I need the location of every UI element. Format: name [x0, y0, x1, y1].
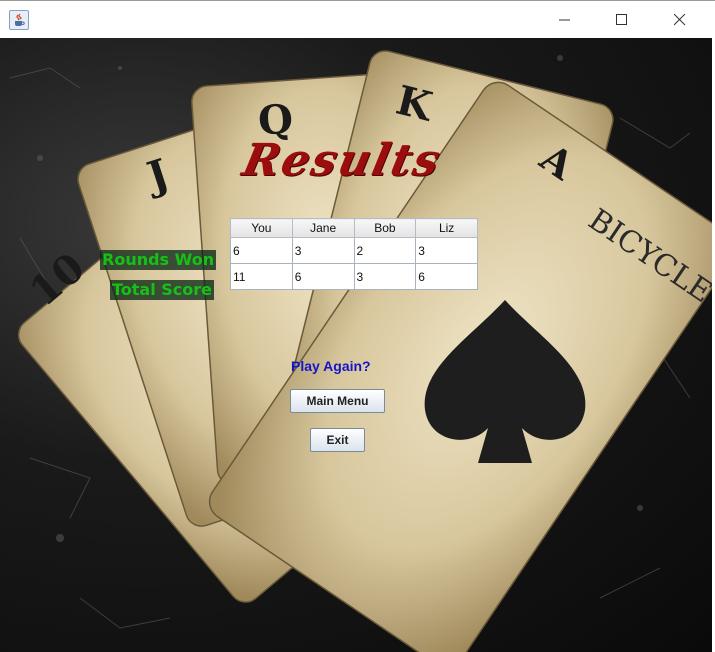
total-score-label: Total Score [110, 280, 215, 300]
rounds-won-label: Rounds Won [100, 250, 217, 270]
column-header[interactable]: You [230, 218, 293, 238]
playing-cards-artwork: 10 J Q K A BICYCLE [17, 50, 712, 652]
results-table[interactable]: You Jane Bob Liz 6 3 2 3 11 6 3 6 [230, 218, 478, 290]
title-bar [0, 0, 715, 39]
close-icon [674, 14, 686, 26]
table-cell[interactable]: 6 [230, 237, 293, 264]
minimize-icon [559, 19, 570, 21]
table-cell[interactable]: 6 [291, 263, 355, 290]
minimize-button[interactable] [542, 1, 588, 39]
exit-button[interactable]: Exit [310, 428, 365, 452]
maximize-icon [616, 14, 627, 25]
java-cup-icon[interactable] [9, 10, 29, 30]
column-header[interactable]: Jane [291, 218, 355, 238]
table-header-row: You Jane Bob Liz [230, 218, 478, 238]
table-cell[interactable]: 3 [353, 263, 417, 290]
maximize-button[interactable] [599, 1, 645, 39]
game-panel: 10 J Q K A BICYCLE Results Rounds Won To… [0, 38, 712, 652]
close-button[interactable] [657, 1, 703, 39]
table-cell[interactable]: 11 [230, 263, 293, 290]
results-title: Results [238, 135, 447, 186]
play-again-prompt: Play Again? [291, 358, 371, 374]
table-cell[interactable]: 2 [353, 237, 417, 264]
main-menu-button[interactable]: Main Menu [290, 389, 385, 413]
table-cell[interactable]: 6 [415, 263, 478, 290]
column-header[interactable]: Liz [415, 218, 478, 238]
column-header[interactable]: Bob [353, 218, 417, 238]
table-row[interactable]: 11 6 3 6 [230, 263, 478, 290]
table-cell[interactable]: 3 [291, 237, 355, 264]
table-cell[interactable]: 3 [415, 237, 478, 264]
table-row[interactable]: 6 3 2 3 [230, 237, 478, 264]
